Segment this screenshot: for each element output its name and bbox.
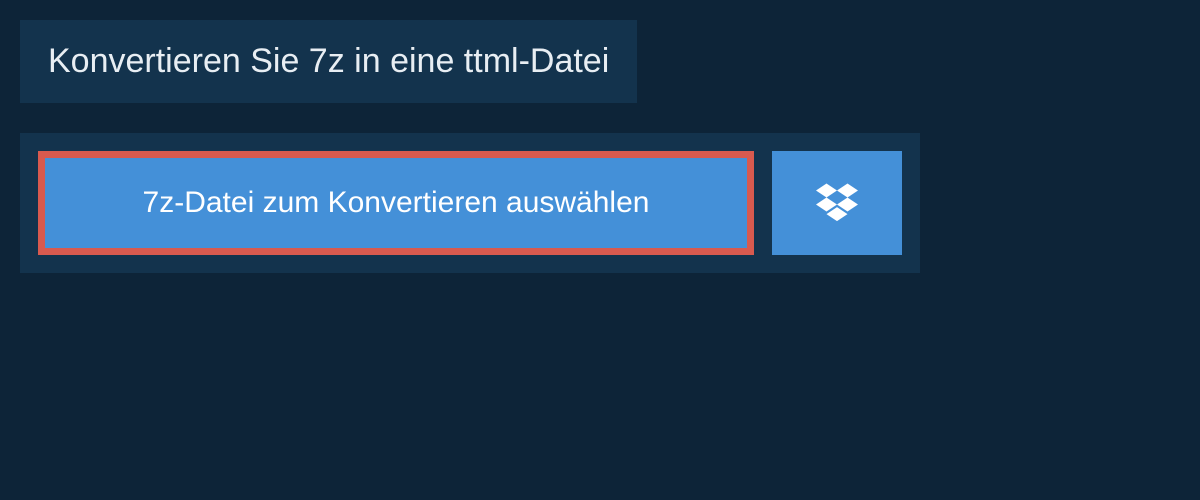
select-file-label: 7z-Datei zum Konvertieren auswählen (143, 186, 650, 220)
page-title: Konvertieren Sie 7z in eine ttml-Datei (48, 42, 609, 81)
select-file-button[interactable]: 7z-Datei zum Konvertieren auswählen (38, 151, 754, 255)
upload-panel: 7z-Datei zum Konvertieren auswählen (20, 133, 920, 273)
dropbox-button[interactable] (772, 151, 902, 255)
dropbox-icon (816, 180, 858, 227)
header-bar: Konvertieren Sie 7z in eine ttml-Datei (20, 20, 637, 103)
